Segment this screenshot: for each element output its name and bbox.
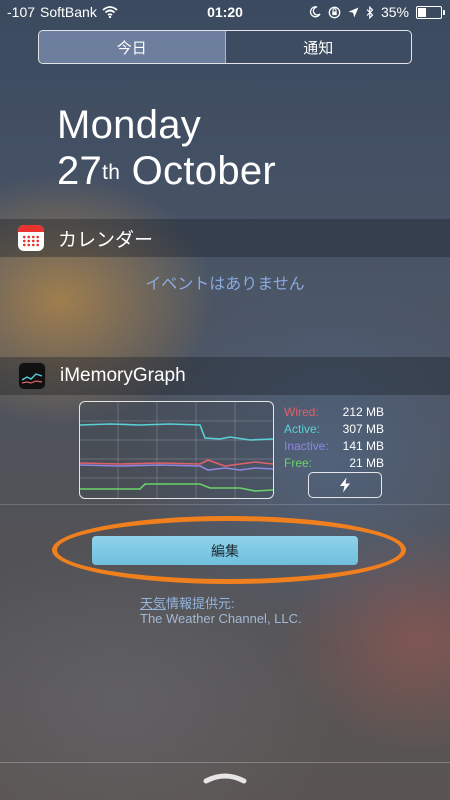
day-suffix: th xyxy=(102,161,121,184)
battery-icon xyxy=(416,5,445,19)
calendar-empty-message: イベントはありません xyxy=(145,276,305,293)
weekday-label: Monday xyxy=(57,103,202,147)
moon-icon xyxy=(309,6,321,18)
orientation-lock-icon xyxy=(328,6,341,18)
date-header: Monday 27th October xyxy=(57,102,276,194)
memory-legend: Wired: 212 MB Active: 307 MB Inactive: 1… xyxy=(284,404,384,472)
close-handle-icon[interactable] xyxy=(203,770,247,784)
legend-label: Wired: xyxy=(284,405,319,419)
lightning-icon xyxy=(340,477,350,493)
legend-row-inactive: Inactive: 141 MB xyxy=(284,438,384,455)
tab-today[interactable]: 今日 xyxy=(39,31,225,63)
legend-value: 212 MB xyxy=(342,405,384,419)
calendar-app-icon xyxy=(18,225,44,251)
imemorygraph-app-icon xyxy=(18,362,46,390)
legend-label: Inactive: xyxy=(284,439,329,453)
date-line: 27th October xyxy=(57,148,276,194)
month-label: October xyxy=(131,149,277,193)
bluetooth-icon xyxy=(366,5,374,19)
bottom-divider xyxy=(0,762,450,763)
attribution-label: 情報提供元: xyxy=(166,596,235,611)
tab-notifications[interactable]: 通知 xyxy=(224,31,412,63)
legend-value: 307 MB xyxy=(342,422,384,436)
location-icon xyxy=(348,7,359,17)
active-series-line xyxy=(80,423,273,441)
calendar-widget-header[interactable]: カレンダー xyxy=(0,219,450,257)
purge-memory-button[interactable] xyxy=(308,472,382,498)
inactive-series-line xyxy=(80,464,273,471)
today-notifications-switch: 今日 通知 xyxy=(38,30,412,64)
day-number: 27 xyxy=(57,149,103,193)
legend-row-wired: Wired: 212 MB xyxy=(284,404,384,421)
calendar-widget-title: カレンダー xyxy=(58,229,154,251)
legend-value: 21 MB xyxy=(349,456,384,470)
highlight-ellipse xyxy=(52,516,406,584)
battery-percent: 35% xyxy=(380,4,409,20)
memory-widget-header[interactable]: iMemoryGraph xyxy=(0,357,450,395)
weather-link[interactable]: 天気 xyxy=(140,596,166,611)
weather-attribution: 天気情報提供元: xyxy=(140,593,235,612)
legend-row-free: Free: 21 MB xyxy=(284,455,384,472)
legend-value: 141 MB xyxy=(342,439,384,453)
weather-provider: The Weather Channel, LLC. xyxy=(140,611,302,626)
legend-row-active: Active: 307 MB xyxy=(284,421,384,438)
memory-graph xyxy=(79,401,274,499)
free-series-line xyxy=(80,483,273,492)
status-right: 35% xyxy=(309,4,445,20)
memory-widget-title: iMemoryGraph xyxy=(60,365,186,386)
legend-label: Active: xyxy=(284,422,321,436)
status-bar: -107 SoftBank 01:20 35% xyxy=(0,0,450,24)
widget-divider xyxy=(0,504,450,505)
legend-label: Free: xyxy=(284,456,313,470)
